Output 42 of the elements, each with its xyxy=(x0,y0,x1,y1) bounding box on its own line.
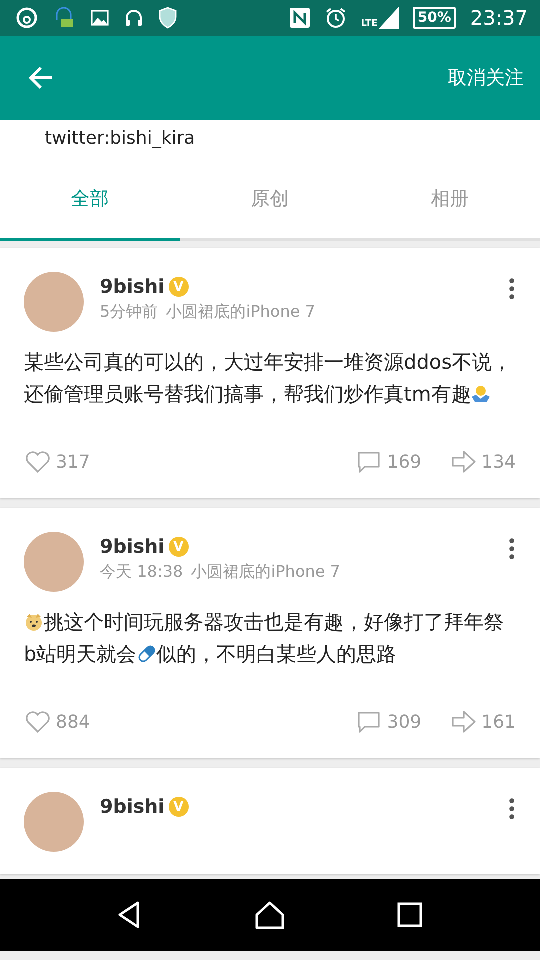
tab[interactable]: 原创 xyxy=(180,160,360,241)
dog-emoji-icon xyxy=(24,612,44,632)
app-logo-icon xyxy=(16,7,38,29)
post-source: 小圆裙底的iPhone 7 xyxy=(191,562,340,583)
tab[interactable]: 全部 xyxy=(0,160,180,241)
post-text: 某些公司真的可以的，大过年安排一堆资源ddos不说，还偷管理员账号替我们搞事，帮我们炒作真tm有趣 xyxy=(24,349,514,408)
post-text: 挑这个时间玩服务器攻击也是有趣，好像打了拜年祭b站明天就会 似的，不明白某些人的思路 xyxy=(24,609,505,668)
battery-indicator: 50% xyxy=(412,7,456,29)
post-source: 小圆裙底的iPhone 7 xyxy=(166,302,316,323)
shrug-emoji-icon xyxy=(471,384,492,404)
network-type: LTE xyxy=(361,19,378,29)
clock: 23:37 xyxy=(470,6,528,30)
signal-icon xyxy=(378,7,399,29)
verified-badge: V xyxy=(168,277,189,297)
share-arrow-icon xyxy=(450,708,478,736)
repost-button[interactable]: 134 xyxy=(450,448,516,476)
post-time: 5分钟前 xyxy=(100,302,158,323)
share-arrow-icon xyxy=(450,448,478,476)
more-options-icon[interactable] xyxy=(508,278,516,300)
comment-button[interactable]: 309 xyxy=(355,708,422,736)
shield-icon xyxy=(158,7,178,29)
unfollow-button[interactable]: 取消关注 xyxy=(444,61,528,95)
author-name[interactable]: 9bishi xyxy=(100,276,165,298)
profile-bio: twitter:bishi_kira xyxy=(44,127,196,151)
back-arrow-icon[interactable] xyxy=(28,65,54,91)
post-time: 今天 18:38 xyxy=(100,562,184,583)
more-options-icon[interactable] xyxy=(508,798,516,820)
verified-badge: V xyxy=(168,797,189,817)
tab[interactable]: 相册 xyxy=(360,160,540,241)
alarm-icon xyxy=(325,7,348,29)
more-options-icon[interactable] xyxy=(508,538,516,560)
image-icon xyxy=(90,8,110,28)
like-button[interactable]: 317 xyxy=(24,448,90,476)
home-icon[interactable] xyxy=(254,899,286,931)
like-button[interactable]: 884 xyxy=(24,708,90,736)
nfc-icon xyxy=(289,7,312,29)
author-name[interactable]: 9bishi xyxy=(100,536,165,558)
headphones-icon xyxy=(124,8,144,28)
verified-badge: V xyxy=(168,537,189,557)
author-name[interactable]: 9bishi xyxy=(100,796,165,818)
comment-button[interactable]: 169 xyxy=(355,448,422,476)
repost-button[interactable]: 161 xyxy=(450,708,516,736)
